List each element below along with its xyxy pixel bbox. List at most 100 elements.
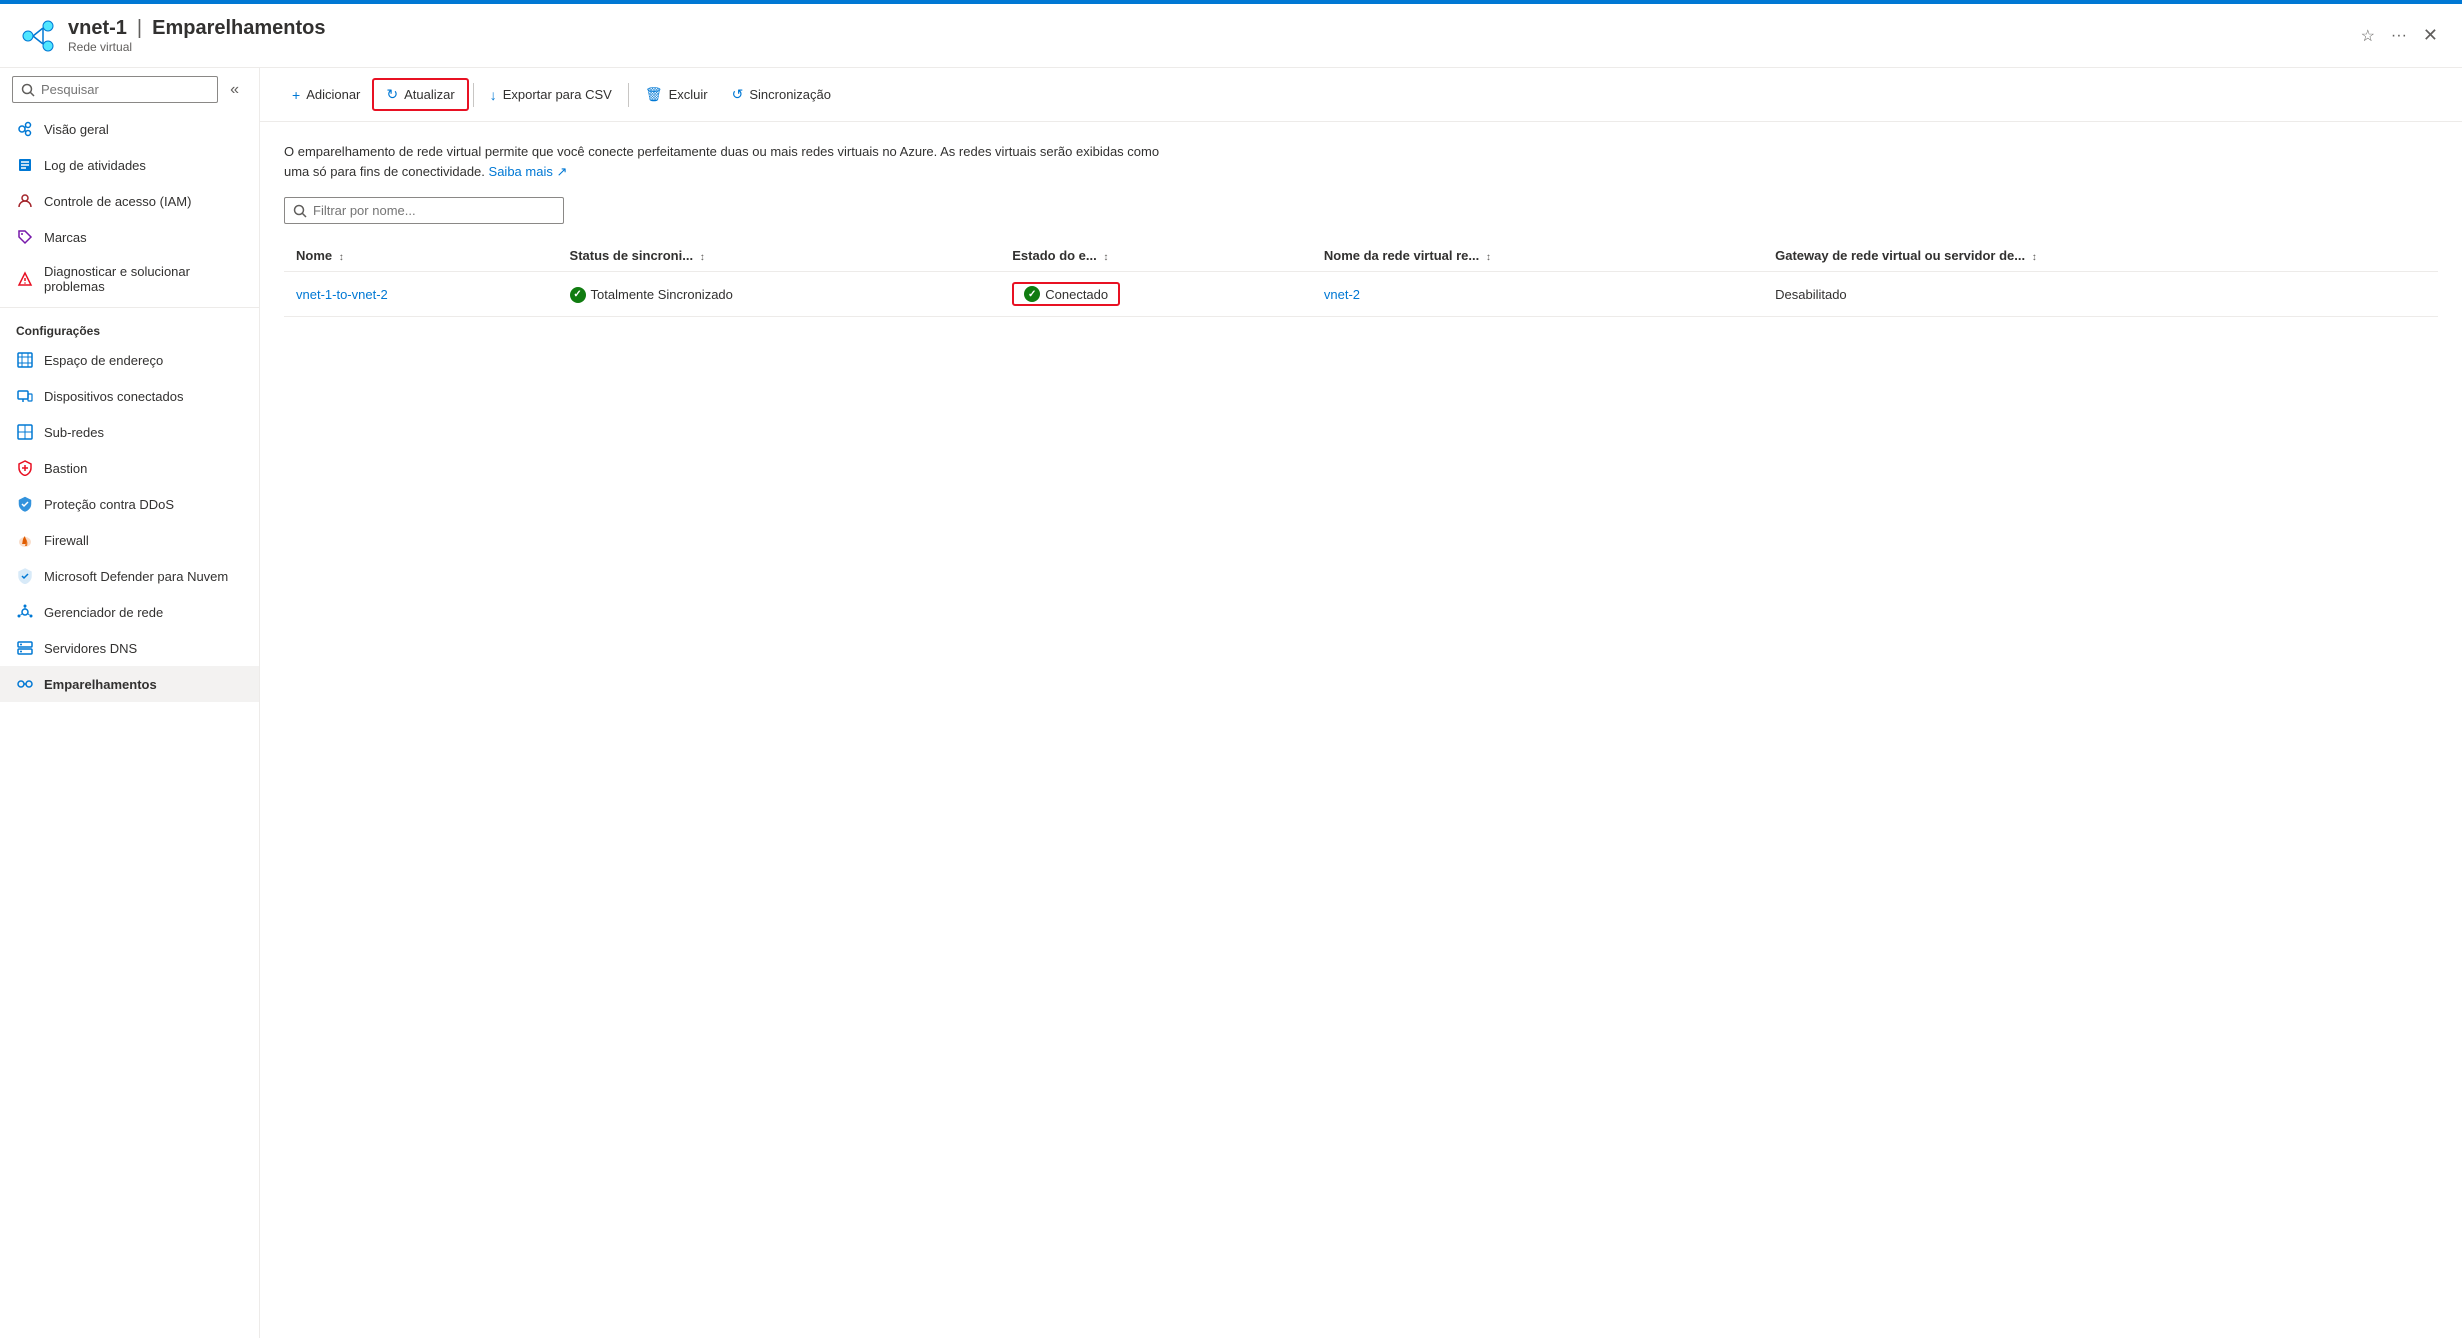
resource-name: vnet-1 xyxy=(68,17,127,40)
sidebar-item-microsoft-defender[interactable]: Microsoft Defender para Nuvem xyxy=(0,558,259,594)
content-area: O emparelhamento de rede virtual permite… xyxy=(260,122,2462,337)
tags-icon xyxy=(16,228,34,246)
sidebar-search-row: « xyxy=(0,68,259,111)
sidebar-item-dispositivos-conectados[interactable]: Dispositivos conectados xyxy=(0,378,259,414)
delete-button[interactable]: 🗑 Excluir xyxy=(633,80,720,109)
data-table: Nome ↕ Status de sincroni... ↕ Estado do… xyxy=(284,240,2438,317)
sync-icon: ↺ xyxy=(732,86,744,103)
sidebar-item-controle-acesso[interactable]: Controle de acesso (IAM) xyxy=(0,183,259,219)
cell-nome: vnet-1-to-vnet-2 xyxy=(284,272,558,317)
iam-icon xyxy=(16,192,34,210)
refresh-icon: ↻ xyxy=(386,86,398,103)
export-csv-label: Exportar para CSV xyxy=(503,87,612,102)
sidebar-item-servidores-dns[interactable]: Servidores DNS xyxy=(0,630,259,666)
col-status-sincroni[interactable]: Status de sincroni... ↕ xyxy=(558,240,1001,272)
bastion-label: Bastion xyxy=(44,461,87,476)
more-options-icon[interactable]: ··· xyxy=(2387,23,2411,49)
connected-badge: Conectado xyxy=(1012,282,1120,306)
dispositivos-conectados-label: Dispositivos conectados xyxy=(44,389,183,404)
sidebar-item-emparelhamentos[interactable]: Emparelhamentos xyxy=(0,666,259,702)
diagnosticar-label: Diagnosticar e solucionar problemas xyxy=(44,264,243,294)
header: vnet-1 | Emparelhamentos Rede virtual ☆ … xyxy=(0,4,2462,68)
emparelhamentos-label: Emparelhamentos xyxy=(44,677,157,692)
collapse-sidebar-button[interactable]: « xyxy=(222,77,247,103)
vnet2-link[interactable]: vnet-2 xyxy=(1324,287,1360,302)
sidebar-nav: Visão geral Log de atividades Controle d… xyxy=(0,111,259,303)
diag-icon xyxy=(16,270,34,288)
sidebar-item-marcas[interactable]: Marcas xyxy=(0,219,259,255)
favorite-icon[interactable]: ☆ xyxy=(2357,22,2379,50)
nav-divider-1 xyxy=(0,307,259,308)
header-actions: ☆ ··· ✕ xyxy=(2357,21,2442,50)
description-main: O emparelhamento de rede virtual permite… xyxy=(284,144,1159,179)
add-button[interactable]: + Adicionar xyxy=(280,81,372,109)
status-sincronizacao-text: Totalmente Sincronizado xyxy=(591,287,733,302)
sidebar-item-log-atividades[interactable]: Log de atividades xyxy=(0,147,259,183)
export-icon: ↓ xyxy=(490,87,497,103)
sort-rede-icon: ↕ xyxy=(1486,252,1491,263)
header-title-group: vnet-1 | Emparelhamentos Rede virtual xyxy=(68,17,2357,54)
sidebar-item-bastion[interactable]: Bastion xyxy=(0,450,259,486)
main-content: + Adicionar ↻ Atualizar ↓ Exportar para … xyxy=(260,68,2462,1338)
add-icon: + xyxy=(292,87,300,103)
col-rede-virtual[interactable]: Nome da rede virtual re... ↕ xyxy=(1312,240,1763,272)
sort-gateway-icon: ↕ xyxy=(2032,252,2037,263)
cell-gateway: Desabilitado xyxy=(1763,272,2438,317)
visao-geral-label: Visão geral xyxy=(44,122,109,137)
toolbar-divider-2 xyxy=(628,83,629,107)
saiba-mais-link[interactable]: Saiba mais ↗ xyxy=(489,164,568,179)
col-estado-e[interactable]: Estado do e... ↕ xyxy=(1000,240,1312,272)
table-header: Nome ↕ Status de sincroni... ↕ Estado do… xyxy=(284,240,2438,272)
toolbar: + Adicionar ↻ Atualizar ↓ Exportar para … xyxy=(260,68,2462,122)
estado-text: Conectado xyxy=(1045,287,1108,302)
network-mgr-icon xyxy=(16,603,34,621)
sidebar-config-nav: Espaço de endereço Dispositivos conectad… xyxy=(0,342,259,702)
close-icon[interactable]: ✕ xyxy=(2419,21,2442,50)
cell-rede-virtual: vnet-2 xyxy=(1312,272,1763,317)
sub-redes-label: Sub-redes xyxy=(44,425,104,440)
filter-row xyxy=(284,197,2438,224)
status-dot-conectado xyxy=(1024,286,1040,302)
sort-nome-icon: ↕ xyxy=(339,252,344,263)
subnets-icon xyxy=(16,423,34,441)
sidebar-item-visao-geral[interactable]: Visão geral xyxy=(0,111,259,147)
status-badge-sincronizacao: Totalmente Sincronizado xyxy=(570,287,733,303)
refresh-button[interactable]: ↻ Atualizar xyxy=(372,78,468,111)
main-layout: « Visão geral Log de atividades xyxy=(0,68,2462,1338)
sidebar-item-protecao-ddos[interactable]: Proteção contra DDoS xyxy=(0,486,259,522)
cell-estado: Conectado xyxy=(1000,272,1312,317)
delete-icon: 🗑 xyxy=(645,86,663,103)
title-separator: | xyxy=(137,17,142,40)
description-text: O emparelhamento de rede virtual permite… xyxy=(284,142,1184,181)
col-nome[interactable]: Nome ↕ xyxy=(284,240,558,272)
export-csv-button[interactable]: ↓ Exportar para CSV xyxy=(478,81,624,109)
defender-icon xyxy=(16,567,34,585)
servidores-dns-label: Servidores DNS xyxy=(44,641,137,656)
ddos-icon xyxy=(16,495,34,513)
sidebar-item-firewall[interactable]: Firewall xyxy=(0,522,259,558)
table-body: vnet-1-to-vnet-2 Totalmente Sincronizado xyxy=(284,272,2438,317)
configuracoes-section-label: Configurações xyxy=(0,312,259,342)
firewall-label: Firewall xyxy=(44,533,89,548)
gerenciador-rede-label: Gerenciador de rede xyxy=(44,605,163,620)
sidebar-item-gerenciador-rede[interactable]: Gerenciador de rede xyxy=(0,594,259,630)
devices-icon xyxy=(16,387,34,405)
delete-label: Excluir xyxy=(669,87,708,102)
sidebar-item-diagnosticar[interactable]: Diagnosticar e solucionar problemas xyxy=(0,255,259,303)
table-row: vnet-1-to-vnet-2 Totalmente Sincronizado xyxy=(284,272,2438,317)
protecao-ddos-label: Proteção contra DDoS xyxy=(44,497,174,512)
sync-button[interactable]: ↺ Sincronização xyxy=(720,80,843,109)
col-gateway[interactable]: Gateway de rede virtual ou servidor de..… xyxy=(1763,240,2438,272)
filter-input[interactable] xyxy=(284,197,564,224)
sidebar-search-input[interactable] xyxy=(12,76,218,103)
vnet-peering-link[interactable]: vnet-1-to-vnet-2 xyxy=(296,287,388,302)
firewall-icon xyxy=(16,531,34,549)
dns-icon xyxy=(16,639,34,657)
sync-label: Sincronização xyxy=(749,87,831,102)
header-subtitle: Rede virtual xyxy=(68,40,2357,54)
toolbar-divider-1 xyxy=(473,83,474,107)
sidebar-item-espaco-endereco[interactable]: Espaço de endereço xyxy=(0,342,259,378)
peerings-icon xyxy=(16,675,34,693)
sidebar-item-sub-redes[interactable]: Sub-redes xyxy=(0,414,259,450)
bastion-icon xyxy=(16,459,34,477)
